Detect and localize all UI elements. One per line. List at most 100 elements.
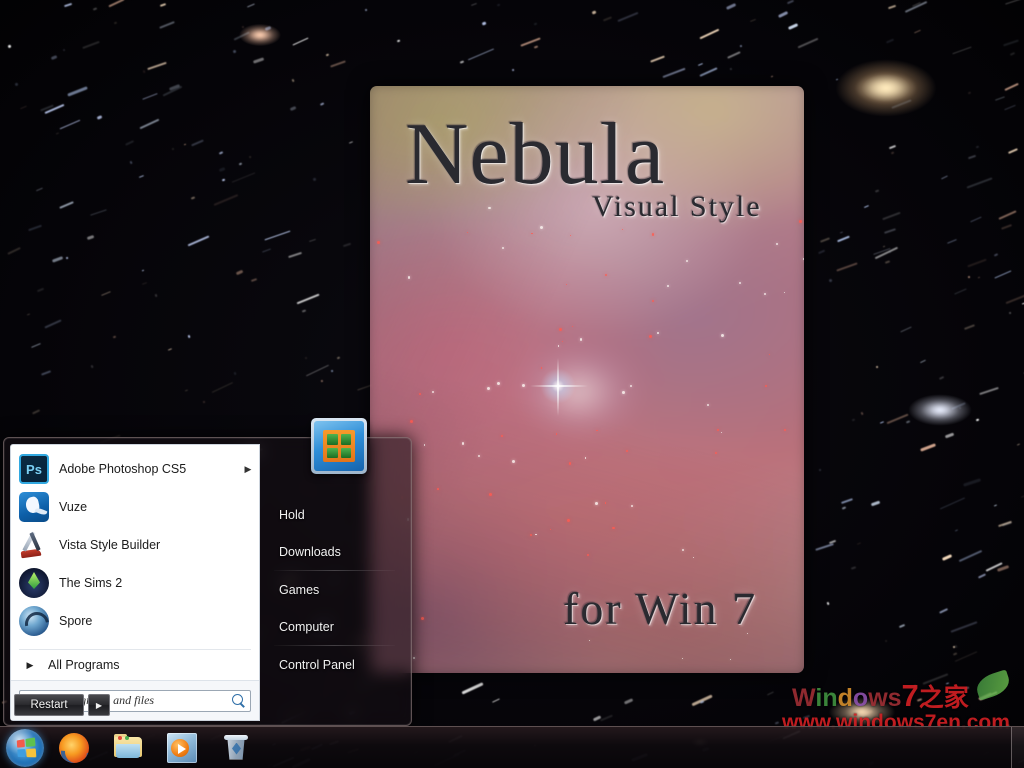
taskbar-item-recycle-bin[interactable] bbox=[212, 729, 260, 767]
star bbox=[839, 231, 843, 234]
star bbox=[183, 143, 186, 146]
star bbox=[142, 93, 158, 100]
restart-button[interactable]: Restart bbox=[14, 694, 84, 716]
nebula-speck bbox=[595, 502, 598, 505]
windows-flag-icon bbox=[16, 736, 36, 757]
avatar-inner bbox=[314, 421, 364, 471]
star bbox=[885, 37, 895, 43]
start-menu-right-item-downloads[interactable]: Downloads bbox=[262, 533, 407, 570]
star bbox=[139, 118, 160, 130]
star bbox=[221, 178, 226, 182]
star bbox=[36, 287, 44, 292]
star bbox=[325, 53, 329, 57]
star bbox=[889, 145, 897, 150]
start-menu-program-item[interactable]: Vuze bbox=[11, 488, 259, 526]
star bbox=[1005, 293, 1024, 304]
star bbox=[919, 359, 926, 363]
star bbox=[41, 370, 51, 376]
star bbox=[160, 2, 167, 7]
start-menu-program-item[interactable]: The Sims 2 bbox=[11, 564, 259, 602]
star bbox=[914, 29, 922, 34]
star bbox=[884, 639, 888, 642]
poster-subtitle: Visual Style bbox=[592, 190, 762, 223]
star bbox=[291, 78, 295, 83]
star bbox=[248, 155, 252, 158]
star bbox=[312, 177, 317, 182]
chevron-right-icon: ▶ bbox=[244, 463, 252, 474]
star bbox=[219, 166, 227, 172]
start-menu-program-item[interactable]: Ps Adobe Photoshop CS5 ▶ bbox=[11, 450, 259, 488]
star bbox=[941, 554, 953, 561]
nebula-speck bbox=[667, 285, 669, 288]
start-menu-right-item-computer[interactable]: Computer bbox=[262, 608, 407, 645]
star bbox=[797, 37, 820, 49]
star bbox=[233, 371, 237, 375]
avatar[interactable] bbox=[311, 418, 367, 474]
star bbox=[964, 686, 970, 689]
star bbox=[841, 497, 854, 504]
star bbox=[905, 419, 910, 423]
start-menu-program-item[interactable]: Spore bbox=[11, 602, 259, 640]
star bbox=[725, 3, 736, 10]
star bbox=[461, 682, 483, 695]
all-programs-label: All Programs bbox=[48, 658, 120, 672]
nebula-speck bbox=[622, 390, 626, 394]
nebula-speck bbox=[630, 504, 633, 507]
nebula-speck bbox=[488, 493, 492, 497]
star bbox=[977, 276, 981, 279]
search-icon[interactable] bbox=[231, 693, 246, 708]
star bbox=[213, 193, 238, 206]
start-menu-left-pane: Ps Adobe Photoshop CS5 ▶ Vuze Vista Style Bu… bbox=[10, 444, 260, 721]
star bbox=[211, 382, 233, 394]
start-menu-right-item-games[interactable]: Games bbox=[262, 571, 407, 608]
start-menu-program-item[interactable]: Vista Style Builder bbox=[11, 526, 259, 564]
star bbox=[14, 82, 18, 86]
program-label: Vuze bbox=[59, 500, 88, 514]
nebula-speck bbox=[622, 228, 623, 230]
star bbox=[954, 644, 958, 648]
star bbox=[36, 187, 43, 192]
nebula-speck bbox=[716, 428, 719, 431]
star bbox=[966, 177, 993, 189]
all-programs-item[interactable]: ▶ All Programs bbox=[11, 650, 259, 680]
nebula-speck bbox=[764, 384, 767, 388]
star bbox=[917, 698, 922, 702]
start-menu-right-item-control-panel[interactable]: Control Panel bbox=[262, 646, 407, 683]
star bbox=[481, 21, 487, 26]
star bbox=[90, 209, 107, 216]
nebula-speck bbox=[511, 459, 515, 463]
nebula-speck bbox=[568, 462, 571, 465]
star bbox=[232, 49, 237, 54]
desktop[interactable]: Nebula Visual Style for Win 7 Ps Adobe Ph… bbox=[0, 0, 1024, 768]
the-sims-2-icon bbox=[19, 568, 49, 598]
start-menu-right-item-hold[interactable]: Hold bbox=[262, 496, 407, 533]
star bbox=[101, 291, 112, 297]
star bbox=[818, 469, 821, 472]
start-orb[interactable] bbox=[6, 728, 44, 767]
power-controls: Restart ▶ bbox=[14, 694, 110, 716]
star bbox=[826, 601, 829, 605]
bright-star bbox=[846, 704, 878, 720]
star bbox=[1001, 224, 1012, 230]
star bbox=[815, 542, 834, 551]
taskbar-item-firefox[interactable] bbox=[50, 729, 98, 767]
taskbar-item-media-player[interactable] bbox=[158, 729, 206, 767]
start-menu[interactable]: Ps Adobe Photoshop CS5 ▶ Vuze Vista Style Bu… bbox=[3, 418, 412, 726]
star bbox=[803, 695, 807, 698]
program-list: Ps Adobe Photoshop CS5 ▶ Vuze Vista Style Bu… bbox=[11, 445, 259, 646]
star bbox=[187, 235, 210, 247]
file-explorer-icon bbox=[113, 733, 143, 763]
power-options-arrow[interactable]: ▶ bbox=[88, 694, 110, 716]
star bbox=[887, 4, 896, 10]
firefox-icon bbox=[59, 732, 89, 763]
program-label: The Sims 2 bbox=[59, 576, 123, 590]
star bbox=[306, 364, 330, 377]
star bbox=[967, 154, 976, 159]
star bbox=[967, 91, 971, 95]
star bbox=[342, 243, 351, 248]
star bbox=[219, 151, 224, 155]
star bbox=[603, 16, 612, 22]
star bbox=[697, 62, 703, 66]
show-desktop-button[interactable] bbox=[1011, 727, 1024, 768]
taskbar-item-file-explorer[interactable] bbox=[104, 729, 152, 767]
